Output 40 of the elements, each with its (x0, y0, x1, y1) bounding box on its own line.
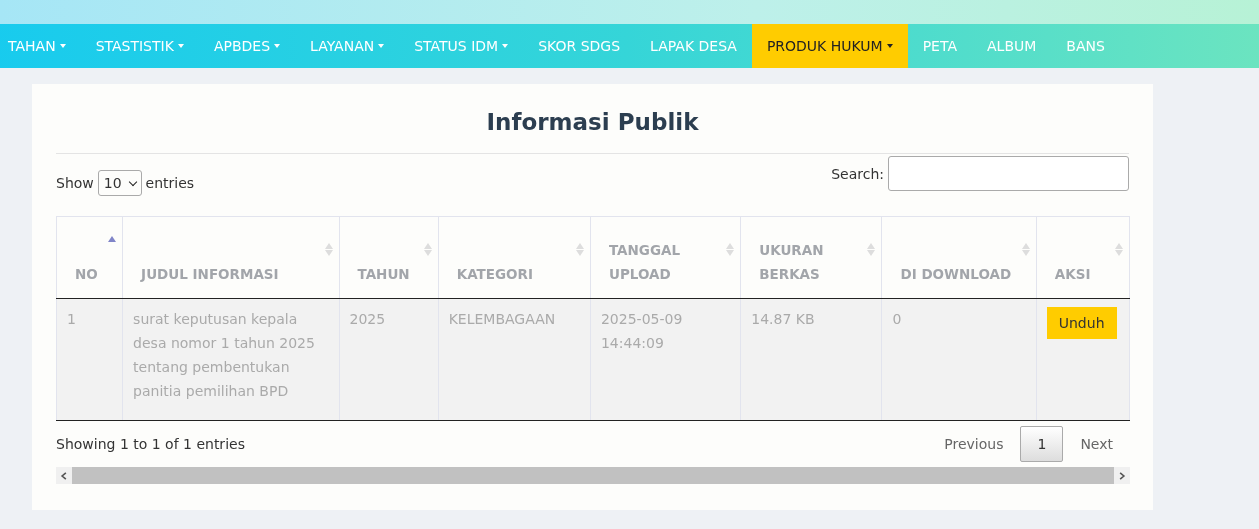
scroll-left-icon[interactable] (59, 470, 69, 481)
download-button[interactable]: Unduh (1046, 307, 1117, 339)
show-label: Show (56, 175, 94, 191)
nav-item[interactable]: BANS (1051, 24, 1120, 68)
page-button[interactable]: Next (1063, 426, 1130, 462)
nav-item[interactable]: TAHAN (0, 24, 81, 68)
horizontal-scrollbar[interactable] (56, 467, 1130, 484)
table-cell: 0 (892, 311, 902, 327)
column-header[interactable]: NO (56, 216, 123, 299)
table-cell: 2025-05-09 14:44:09 (600, 311, 683, 351)
scroll-right-icon[interactable] (1117, 470, 1127, 481)
search-field[interactable] (888, 156, 1129, 191)
column-header[interactable]: DI DOWNLOAD (881, 216, 1037, 299)
nav-item[interactable]: PRODUK HUKUM (751, 24, 908, 68)
page-title: Informasi Publik (485, 108, 700, 136)
table-cell: 14.87 KB (751, 311, 815, 327)
table-cell: 2025 (349, 311, 386, 327)
table-cell: 1 (67, 311, 76, 327)
page-button[interactable]: Previous (927, 426, 1021, 462)
nav-item[interactable]: PETA (907, 24, 972, 68)
column-header[interactable]: AKSI (1036, 216, 1130, 299)
column-header[interactable]: TANGGAL UPLOAD (590, 216, 741, 299)
nav-item[interactable]: SKOR SDGS (523, 24, 636, 68)
column-header[interactable]: JUDUL INFORMASI (122, 216, 339, 299)
search-label: Search: (831, 165, 884, 182)
column-header[interactable]: UKURAN BERKAS (740, 216, 882, 299)
column-header[interactable]: TAHUN (339, 216, 439, 299)
nav-item[interactable]: LAPAK DESA (635, 24, 752, 68)
nav-item[interactable]: STASTISTIK (80, 24, 199, 68)
nav-item[interactable]: LAYANAN (295, 24, 400, 68)
page-button[interactable]: 1 (1020, 426, 1064, 462)
table-info: Showing 1 to 1 of 1 entries (56, 436, 245, 452)
nav-item[interactable]: ALBUM (972, 24, 1052, 68)
column-header[interactable]: KATEGORI (438, 216, 591, 299)
nav-item[interactable]: STATUS IDM (399, 24, 524, 68)
nav-item[interactable]: APBDES (198, 24, 295, 68)
table-cell: surat keputusan kepala desa nomor 1 tahun 2025 tentang pembentukan panitia pemilihan BPD (133, 311, 315, 399)
entries-select[interactable]: 10 (97, 170, 142, 196)
table-cell: KELEMBAGAAN (448, 311, 556, 327)
entries-label: entries (145, 175, 195, 191)
